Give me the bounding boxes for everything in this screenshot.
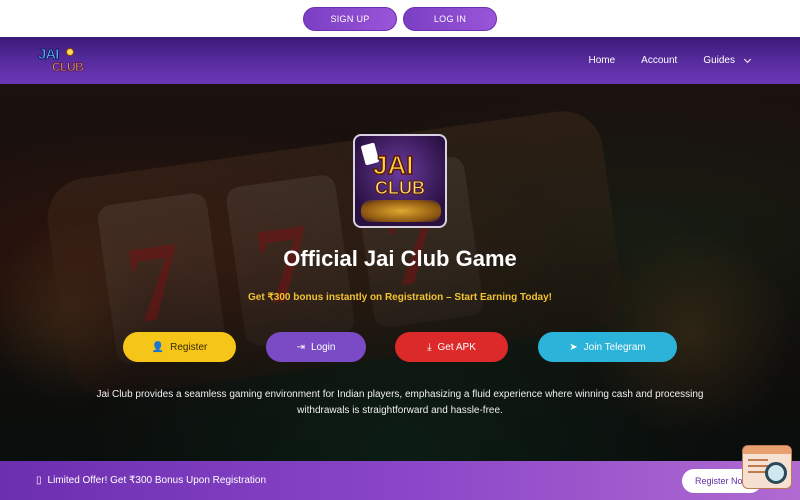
promo-bar: ▯ Limited Offer! Get ₹300 Bonus Upon Reg…: [0, 461, 800, 500]
logo-text-bottom: CLUB: [51, 60, 84, 75]
join-telegram-button[interactable]: ➤ Join Telegram: [538, 332, 677, 362]
login-button[interactable]: LOG IN: [403, 6, 497, 31]
get-apk-button[interactable]: ⤓ Get APK: [395, 332, 508, 362]
bonus-subtitle: Get ₹300 bonus instantly on Registration…: [248, 292, 552, 303]
promo-message: ▯ Limited Offer! Get ₹300 Bonus Upon Reg…: [36, 475, 267, 486]
magnifier-icon: [765, 462, 787, 484]
game-logo-image: JAI CLUB: [353, 134, 447, 228]
page-title: Official Jai Club Game: [283, 246, 517, 271]
cta-group: 👤 Register ⇥ Login ⤓ Get APK ➤ Join Tele…: [0, 332, 800, 362]
nav-menu: Home Account Guides: [588, 37, 752, 84]
widget-lines-icon: [748, 459, 768, 461]
user-plus-icon: 👤: [151, 341, 165, 353]
coin-pile-icon: [361, 200, 441, 222]
game-logo-text-top: JAI: [372, 149, 414, 181]
hero-description: Jai Club provides a seamless gaming envi…: [96, 389, 704, 416]
main-nav: JAI CLUB Home Account Guides: [0, 37, 800, 84]
login-icon: ⇥: [296, 341, 305, 353]
site-logo[interactable]: JAI CLUB: [36, 44, 96, 78]
nav-item-home[interactable]: Home: [588, 55, 615, 66]
auth-bar: SIGN UP LOG IN: [0, 0, 800, 37]
signup-button[interactable]: SIGN UP: [303, 6, 397, 31]
nav-item-guides[interactable]: Guides: [703, 55, 752, 66]
telegram-icon: ➤: [569, 341, 578, 353]
logo-ball-icon: [66, 48, 74, 56]
nav-item-account[interactable]: Account: [641, 55, 677, 66]
floating-search-widget-icon[interactable]: [742, 445, 792, 489]
gift-icon: ▯: [36, 475, 42, 486]
game-logo-text-bottom: CLUB: [375, 178, 426, 199]
register-button[interactable]: 👤 Register: [123, 332, 236, 362]
hero-section: 7 7 7 JAI CLUB Official Jai Club Game Ge…: [0, 84, 800, 461]
chevron-down-icon: [743, 55, 752, 63]
widget-titlebar: [743, 446, 791, 454]
hero-login-button[interactable]: ⇥ Login: [266, 332, 366, 362]
download-icon: ⤓: [427, 341, 432, 353]
